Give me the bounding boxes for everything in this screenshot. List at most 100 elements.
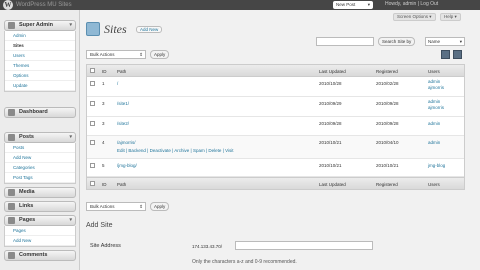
site-user-link[interactable]: ajmorris (428, 105, 444, 111)
site-address-label: Site Address (90, 243, 121, 249)
submenu-update[interactable]: Update (5, 81, 75, 91)
submenu-sites[interactable]: Sites (5, 41, 75, 51)
menu-label: Super Admin (19, 22, 54, 28)
chevron-down-icon: ▾ (367, 2, 370, 7)
table-row[interactable]: 4 /ajmorris/ Edit | Backend | Deactivate… (87, 136, 464, 159)
select-all-checkbox[interactable] (90, 68, 95, 73)
site-path-link[interactable]: /jmg-blog/ (117, 163, 137, 168)
table-row[interactable]: 3 /site2/ 2010/09/28 2010/09/28 admin (87, 117, 464, 136)
menu-label: Pages (19, 217, 36, 223)
column-id[interactable]: ID (102, 182, 107, 187)
apply-button-bottom[interactable]: Apply (150, 202, 170, 211)
bulk-actions-label: Bulk Actions (90, 204, 115, 209)
search-by-select[interactable]: Name ▾ (425, 37, 465, 46)
menu-links[interactable]: Links (4, 201, 76, 212)
site-path-link[interactable]: /site1/ (117, 101, 129, 106)
menu-super-admin[interactable]: Super Admin ▾ (4, 20, 76, 31)
site-address-help: Only the characters a-z and 0-9 recommen… (192, 259, 297, 265)
site-address-input[interactable] (235, 241, 373, 250)
registered-date: 2010/10/21 (376, 163, 399, 168)
chevron-down-icon[interactable]: ▾ (69, 21, 72, 30)
new-post-label: New Post (336, 2, 356, 7)
column-registered[interactable]: Registered (376, 69, 398, 74)
select-all-checkbox[interactable] (90, 181, 95, 186)
site-name[interactable]: WordPress MU Sites (16, 2, 72, 8)
table-row[interactable]: 3 /site1/ 2010/09/29 2010/09/28 admin aj… (87, 97, 464, 117)
submenu-users[interactable]: Users (5, 51, 75, 61)
last-updated: 2010/10/21 (319, 163, 342, 168)
column-registered[interactable]: Registered (376, 182, 398, 187)
last-updated: 2010/09/29 (319, 101, 342, 106)
apply-button-top[interactable]: Apply (150, 50, 170, 59)
row-checkbox[interactable] (90, 101, 95, 106)
last-updated: 2010/10/28 (319, 81, 342, 86)
admin-sidebar: Super Admin ▾ Admin Sites Users Themes O… (0, 10, 80, 270)
page-title: Sites (104, 22, 127, 36)
wordpress-logo-icon[interactable]: W (3, 0, 13, 10)
row-checkbox[interactable] (90, 140, 95, 145)
excerpt-view-icon[interactable] (453, 50, 462, 59)
chevron-down-icon[interactable]: ▾ (69, 216, 72, 225)
row-actions[interactable]: Edit | Backend | Deactivate | Archive | … (117, 148, 233, 153)
row-checkbox[interactable] (90, 163, 95, 168)
chevron-down-icon: ▾ (459, 39, 462, 44)
column-path[interactable]: Path (117, 182, 126, 187)
site-user-link[interactable]: jmg-blog (428, 163, 445, 169)
submenu-admin[interactable]: Admin (5, 31, 75, 41)
column-users: Users (428, 69, 440, 74)
add-new-site-button[interactable]: Add New (136, 26, 163, 33)
submenu-post-tags[interactable]: Post Tags (5, 173, 75, 183)
site-user-link[interactable]: admin (428, 121, 440, 127)
favorite-actions-dropdown[interactable]: New Post ▾ (333, 1, 373, 9)
site-id: 1 (102, 81, 105, 86)
posts-submenu: Posts Add New Categories Post Tags (4, 143, 76, 184)
registered-date: 2010/02/28 (376, 81, 399, 86)
column-last-updated[interactable]: Last Updated (319, 69, 346, 74)
row-checkbox[interactable] (90, 121, 95, 126)
media-icon (8, 189, 15, 196)
table-row[interactable]: 5 /jmg-blog/ 2010/10/21 2010/10/21 jmg-b… (87, 159, 464, 177)
help-button[interactable]: Help ▾ (440, 13, 461, 21)
submenu-posts[interactable]: Posts (5, 143, 75, 153)
submenu-add-new-post[interactable]: Add New (5, 153, 75, 163)
bulk-actions-select-top[interactable]: Bulk Actions ⇕ (86, 50, 146, 59)
chevron-down-icon[interactable]: ▾ (69, 133, 72, 142)
site-id: 4 (102, 140, 105, 145)
menu-label: Dashboard (19, 109, 48, 115)
site-address-prefix: 174.133.43.70/ (192, 244, 223, 249)
menu-dashboard[interactable]: Dashboard (4, 107, 76, 118)
admin-top-bar: W WordPress MU Sites New Post ▾ Howdy, ad… (0, 0, 480, 10)
site-path-link[interactable]: /site2/ (117, 121, 129, 126)
list-view-icon[interactable] (441, 50, 450, 59)
pages-icon (8, 217, 15, 224)
column-id[interactable]: ID (102, 69, 107, 74)
column-users: Users (428, 182, 440, 187)
submenu-categories[interactable]: Categories (5, 163, 75, 173)
submenu-pages[interactable]: Pages (5, 226, 75, 236)
menu-posts[interactable]: Posts ▾ (4, 132, 76, 143)
column-path[interactable]: Path (117, 69, 126, 74)
submenu-add-new-page[interactable]: Add New (5, 236, 75, 246)
site-id: 3 (102, 121, 105, 126)
table-row[interactable]: 1 / 2010/10/28 2010/02/28 admin ajmorris (87, 77, 464, 97)
bulk-actions-select-bottom[interactable]: Bulk Actions ⇕ (86, 202, 146, 211)
search-sites-button[interactable]: Search Site by (378, 37, 416, 46)
user-greeting[interactable]: Howdy, admin | Log Out (385, 1, 438, 7)
table-footer: ID Path Last Updated Registered Users (87, 177, 464, 189)
row-checkbox[interactable] (90, 81, 95, 86)
submenu-options[interactable]: Options (5, 71, 75, 81)
site-user-link[interactable]: ajmorris (428, 85, 444, 91)
search-input[interactable] (316, 37, 374, 46)
screen-options-button[interactable]: Screen Options ▾ (393, 13, 436, 21)
column-last-updated[interactable]: Last Updated (319, 182, 346, 187)
menu-comments[interactable]: Comments (4, 250, 76, 261)
sites-table: ID Path Last Updated Registered Users 1 … (86, 64, 465, 190)
site-path-link[interactable]: /ajmorris/ (117, 140, 136, 145)
menu-label: Media (19, 189, 35, 195)
menu-pages[interactable]: Pages ▾ (4, 215, 76, 226)
dashboard-icon (8, 109, 15, 116)
site-path-link[interactable]: / (117, 81, 118, 86)
submenu-themes[interactable]: Themes (5, 61, 75, 71)
menu-media[interactable]: Media (4, 187, 76, 198)
site-user-link[interactable]: admin (428, 140, 440, 146)
